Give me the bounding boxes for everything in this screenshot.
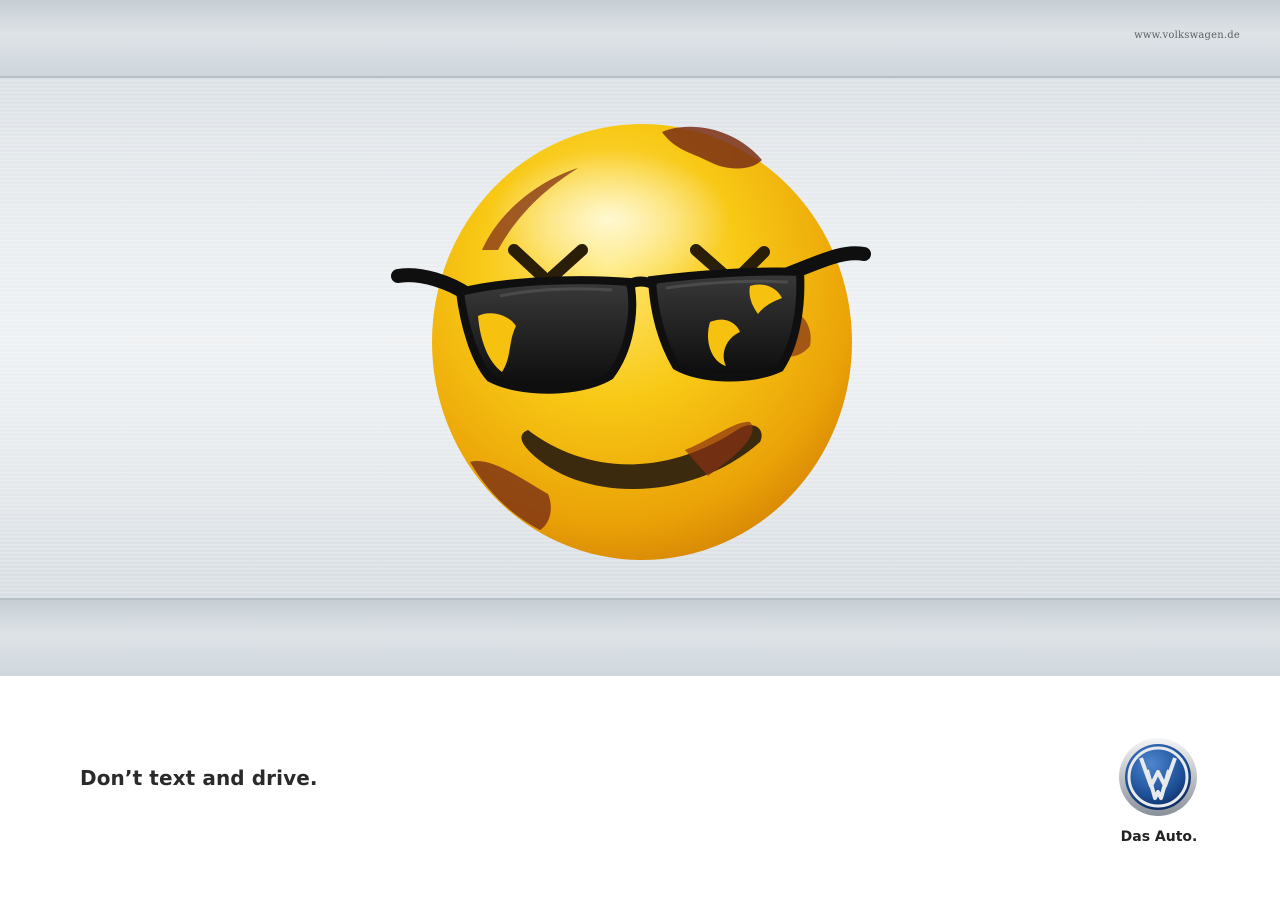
tagline: Don’t text and drive. bbox=[80, 766, 318, 790]
brand-slogan: Das Auto. bbox=[1120, 829, 1198, 845]
bottom-band bbox=[0, 598, 1280, 676]
website-url: www.volkswagen.de bbox=[1134, 30, 1240, 41]
top-band bbox=[0, 0, 1280, 78]
hero-image: www.volkswagen.de bbox=[0, 0, 1280, 676]
vw-logo-icon bbox=[1119, 738, 1197, 816]
smiley-sunglasses-icon bbox=[391, 124, 871, 560]
